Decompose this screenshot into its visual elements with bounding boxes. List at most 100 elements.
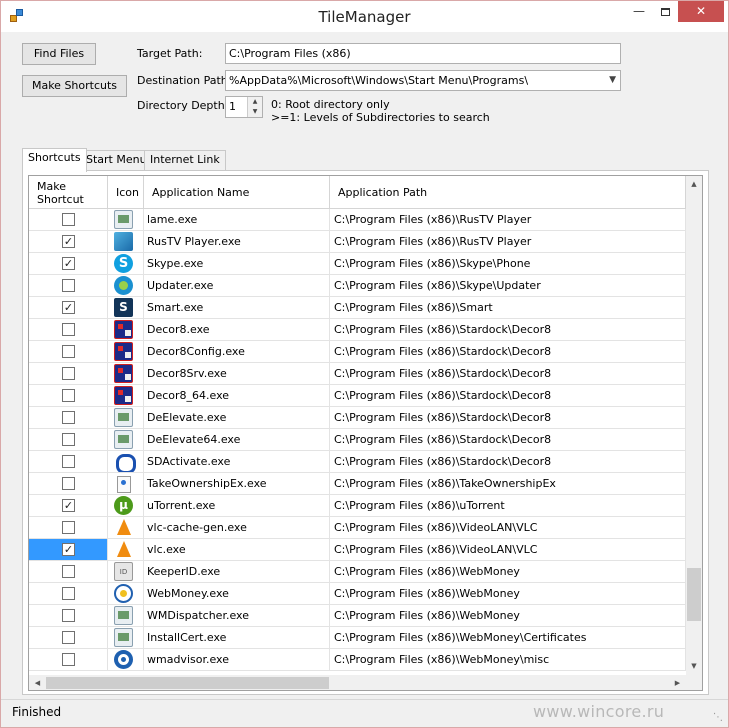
application-path-cell[interactable]: C:\Program Files (x86)\TakeOwnershipEx (330, 473, 686, 494)
table-row[interactable]: Decor8Config.exe C:\Program Files (x86)\S… (29, 341, 686, 363)
make-shortcut-checkbox[interactable] (62, 433, 75, 446)
table-row[interactable]: WMDispatcher.exe C:\Program Files (x86)\W… (29, 605, 686, 627)
application-path-cell[interactable]: C:\Program Files (x86)\Stardock\Decor8 (330, 451, 686, 472)
make-shortcut-cell[interactable] (29, 649, 108, 670)
table-row[interactable]: SDActivate.exe C:\Program Files (x86)\Sta… (29, 451, 686, 473)
make-shortcut-checkbox[interactable] (62, 631, 75, 644)
make-shortcut-checkbox[interactable] (62, 213, 75, 226)
application-name-cell[interactable]: Decor8Config.exe (144, 341, 330, 362)
table-row[interactable]: Updater.exe C:\Program Files (x86)\Skype\… (29, 275, 686, 297)
application-name-cell[interactable]: uTorrent.exe (144, 495, 330, 516)
application-path-cell[interactable]: C:\Program Files (x86)\WebMoney (330, 561, 686, 582)
make-shortcut-checkbox[interactable] (62, 455, 75, 468)
application-name-cell[interactable]: TakeOwnershipEx.exe (144, 473, 330, 494)
make-shortcut-checkbox[interactable] (62, 477, 75, 490)
spin-up-icon[interactable]: ▲ (248, 97, 262, 107)
application-path-cell[interactable]: C:\Program Files (x86)\Stardock\Decor8 (330, 385, 686, 406)
application-name-cell[interactable]: RusTV Player.exe (144, 231, 330, 252)
application-path-cell[interactable]: C:\Program Files (x86)\Skype\Updater (330, 275, 686, 296)
scroll-up-icon[interactable]: ▲ (686, 176, 702, 193)
vertical-scrollbar[interactable]: ▲ ▼ (686, 176, 702, 675)
destination-path-combobox[interactable]: %AppData%\Microsoft\Windows\Start Menu\P… (225, 70, 621, 91)
spin-down-icon[interactable]: ▼ (248, 107, 262, 117)
make-shortcuts-button[interactable]: Make Shortcuts (22, 75, 127, 97)
table-row[interactable]: vlc-cache-gen.exe C:\Program Files (x86)\… (29, 517, 686, 539)
make-shortcut-checkbox[interactable]: ✓ (62, 543, 75, 556)
chevron-down-icon[interactable]: ▼ (609, 71, 616, 90)
make-shortcut-cell[interactable]: ✓ (29, 297, 108, 318)
table-row[interactable]: DeElevate.exe C:\Program Files (x86)\Star… (29, 407, 686, 429)
application-name-cell[interactable]: WebMoney.exe (144, 583, 330, 604)
application-name-cell[interactable]: WMDispatcher.exe (144, 605, 330, 626)
application-path-cell[interactable]: C:\Program Files (x86)\Stardock\Decor8 (330, 319, 686, 340)
application-path-cell[interactable]: C:\Program Files (x86)\WebMoney\misc (330, 649, 686, 670)
make-shortcut-cell[interactable]: ✓ (29, 231, 108, 252)
tab-start-menu[interactable]: Start Menu (80, 150, 153, 170)
application-path-cell[interactable]: C:\Program Files (x86)\WebMoney\Certific… (330, 627, 686, 648)
application-path-cell[interactable]: C:\Program Files (x86)\VideoLAN\VLC (330, 539, 686, 560)
make-shortcut-checkbox[interactable] (62, 367, 75, 380)
make-shortcut-checkbox[interactable] (62, 565, 75, 578)
make-shortcut-cell[interactable] (29, 341, 108, 362)
horizontal-scrollbar[interactable]: ◀ ▶ (29, 675, 686, 690)
make-shortcut-cell[interactable] (29, 429, 108, 450)
make-shortcut-cell[interactable] (29, 385, 108, 406)
table-row[interactable]: ✓ S Smart.exe C:\Program Files (x86)\Smart (29, 297, 686, 319)
column-header-icon[interactable]: Icon (108, 176, 144, 209)
application-name-cell[interactable]: Smart.exe (144, 297, 330, 318)
application-path-cell[interactable]: C:\Program Files (x86)\Skype\Phone (330, 253, 686, 274)
application-path-cell[interactable]: C:\Program Files (x86)\Stardock\Decor8 (330, 363, 686, 384)
make-shortcut-cell[interactable]: ✓ (29, 539, 108, 560)
table-row[interactable]: ✓ µ uTorrent.exe C:\Program Files (x86)\uTo… (29, 495, 686, 517)
application-path-cell[interactable]: C:\Program Files (x86)\Smart (330, 297, 686, 318)
make-shortcut-checkbox[interactable]: ✓ (62, 257, 75, 270)
resize-grip-icon[interactable]: ⋱ (713, 712, 723, 723)
table-row[interactable]: wmadvisor.exe C:\Program Files (x86)\WebM… (29, 649, 686, 671)
table-row[interactable]: Decor8.exe C:\Program Files (x86)\Stardoc… (29, 319, 686, 341)
make-shortcut-checkbox[interactable] (62, 653, 75, 666)
make-shortcut-checkbox[interactable] (62, 345, 75, 358)
table-row[interactable]: lame.exe C:\Program Files (x86)\RusTV Pla… (29, 209, 686, 231)
application-name-cell[interactable]: KeeperID.exe (144, 561, 330, 582)
make-shortcut-checkbox[interactable] (62, 279, 75, 292)
application-path-cell[interactable]: C:\Program Files (x86)\WebMoney (330, 605, 686, 626)
make-shortcut-checkbox[interactable] (62, 389, 75, 402)
make-shortcut-cell[interactable] (29, 473, 108, 494)
make-shortcut-cell[interactable] (29, 451, 108, 472)
scroll-left-icon[interactable]: ◀ (29, 675, 46, 690)
title-bar[interactable]: TileManager — ✕ (1, 1, 728, 32)
make-shortcut-cell[interactable] (29, 363, 108, 384)
table-row[interactable]: InstallCert.exe C:\Program Files (x86)\We… (29, 627, 686, 649)
column-header-application-name[interactable]: Application Name (144, 176, 330, 209)
make-shortcut-cell[interactable] (29, 627, 108, 648)
table-row[interactable]: WebMoney.exe C:\Program Files (x86)\WebMo… (29, 583, 686, 605)
application-name-cell[interactable]: Decor8.exe (144, 319, 330, 340)
application-name-cell[interactable]: Decor8_64.exe (144, 385, 330, 406)
make-shortcut-checkbox[interactable] (62, 411, 75, 424)
make-shortcut-checkbox[interactable] (62, 521, 75, 534)
column-header-make-shortcut[interactable]: Make Shortcut (29, 176, 108, 209)
make-shortcut-cell[interactable] (29, 407, 108, 428)
vertical-scroll-thumb[interactable] (687, 568, 701, 621)
table-row[interactable]: DeElevate64.exe C:\Program Files (x86)\St… (29, 429, 686, 451)
close-button[interactable]: ✕ (678, 1, 724, 22)
table-row[interactable]: ✓ S Skype.exe C:\Program Files (x86)\Skype\… (29, 253, 686, 275)
minimize-button[interactable]: — (626, 1, 652, 22)
application-name-cell[interactable]: DeElevate.exe (144, 407, 330, 428)
make-shortcut-cell[interactable]: ✓ (29, 495, 108, 516)
make-shortcut-cell[interactable]: ✓ (29, 253, 108, 274)
table-row[interactable]: Decor8_64.exe C:\Program Files (x86)\Star… (29, 385, 686, 407)
make-shortcut-cell[interactable] (29, 583, 108, 604)
find-files-button[interactable]: Find Files (22, 43, 96, 65)
application-name-cell[interactable]: wmadvisor.exe (144, 649, 330, 670)
make-shortcut-cell[interactable] (29, 275, 108, 296)
table-row[interactable]: ✓ vlc.exe C:\Program Files (x86)\VideoLAN\… (29, 539, 686, 561)
application-name-cell[interactable]: InstallCert.exe (144, 627, 330, 648)
application-path-cell[interactable]: C:\Program Files (x86)\RusTV Player (330, 209, 686, 230)
table-row[interactable]: ✓ RusTV Player.exe C:\Program Files (x86)\… (29, 231, 686, 253)
make-shortcut-cell[interactable] (29, 517, 108, 538)
application-name-cell[interactable]: Decor8Srv.exe (144, 363, 330, 384)
make-shortcut-checkbox[interactable]: ✓ (62, 499, 75, 512)
target-path-input[interactable]: C:\Program Files (x86) (225, 43, 621, 64)
application-path-cell[interactable]: C:\Program Files (x86)\uTorrent (330, 495, 686, 516)
